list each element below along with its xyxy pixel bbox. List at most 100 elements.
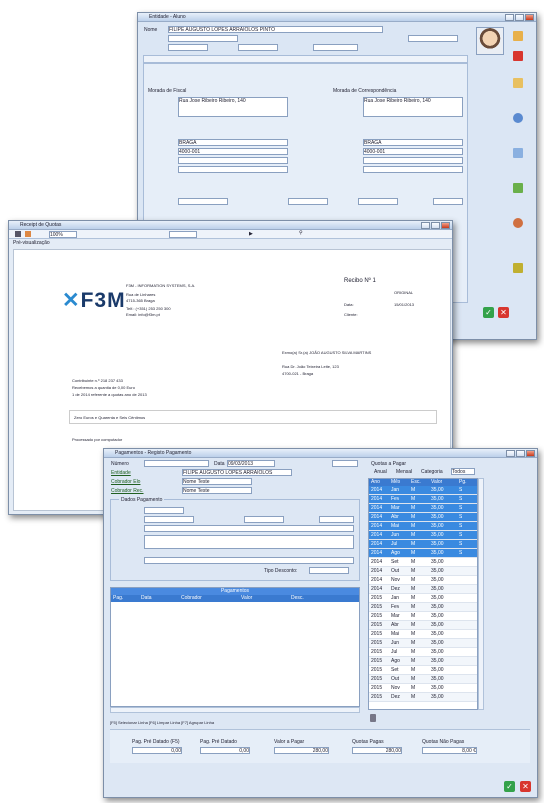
- address-fiscal[interactable]: Rua Jose Ribeiro Ribeiro, 140: [178, 97, 288, 117]
- postcode-fiscal[interactable]: 4000-001: [178, 148, 288, 155]
- cobrador-rec-link[interactable]: Cobrador Rec.: [111, 488, 144, 494]
- close-button[interactable]: [526, 450, 535, 457]
- filter-select[interactable]: Todos: [451, 468, 475, 475]
- numero-field[interactable]: [144, 460, 209, 467]
- delete-icon[interactable]: [513, 51, 523, 61]
- quota-row[interactable]: 2015 Nov M 35,00: [369, 684, 477, 693]
- city-corresp[interactable]: BRAGA: [363, 139, 463, 146]
- entidade-field[interactable]: FILIPE AUGUSTO LOPES ARRAIOLOS: [182, 469, 292, 476]
- quota-row[interactable]: 2014 Jul M 35,00 S: [369, 540, 477, 549]
- tipo-field[interactable]: [168, 35, 238, 42]
- save-icon[interactable]: [513, 31, 523, 41]
- quota-row[interactable]: 2014 Dez M 35,00: [369, 585, 477, 594]
- confirm-button[interactable]: ✓: [483, 307, 494, 318]
- confirm-payment-button[interactable]: ✓: [504, 781, 515, 792]
- cobrador-elo-link[interactable]: Cobrador Elo: [111, 479, 140, 485]
- quota-row[interactable]: 2014 Mai M 35,00 S: [369, 522, 477, 531]
- address-corresp[interactable]: Rua Jose Ribeiro Ribeiro, 140: [363, 97, 463, 117]
- filter-mensal[interactable]: Mensal: [396, 469, 412, 475]
- trash-icon[interactable]: [370, 714, 376, 722]
- conta-field[interactable]: [144, 557, 354, 564]
- quota-row[interactable]: 2015 Jun M 35,00: [369, 639, 477, 648]
- print-icon[interactable]: [15, 231, 21, 237]
- zoom-select[interactable]: 100%: [49, 231, 77, 238]
- quota-row[interactable]: 2015 Out M 35,00: [369, 675, 477, 684]
- quota-row[interactable]: 2015 Set M 35,00: [369, 666, 477, 675]
- chart-icon[interactable]: [513, 183, 523, 193]
- postcode-corresp[interactable]: 4000-001: [363, 148, 463, 155]
- data-admissao-field[interactable]: [288, 198, 328, 205]
- report-icon[interactable]: [513, 148, 523, 158]
- estado-field[interactable]: [358, 198, 398, 205]
- cancel-button[interactable]: ✕: [498, 307, 509, 318]
- quota-row[interactable]: 2014 Jun M 35,00 S: [369, 531, 477, 540]
- data-nasc-field[interactable]: [238, 44, 278, 51]
- cancel-payment-button[interactable]: ✕: [520, 781, 531, 792]
- quota-row[interactable]: 2014 Mar M 35,00 S: [369, 504, 477, 513]
- filter-anual[interactable]: Anual: [374, 469, 387, 475]
- minimize-button[interactable]: [506, 450, 515, 457]
- maximize-button[interactable]: [516, 450, 525, 457]
- minimize-button[interactable]: [505, 14, 514, 21]
- doc-field[interactable]: [332, 460, 358, 467]
- grid-col-valor[interactable]: Valor: [241, 595, 291, 602]
- documents-icon[interactable]: [513, 78, 523, 88]
- name-field[interactable]: FILIPE AUGUSTO LOPES ARRAIOLOS PINTO: [168, 26, 383, 33]
- grid-col-pag[interactable]: Pag.: [111, 595, 141, 602]
- nav-next-icon[interactable]: ▶: [249, 231, 253, 237]
- quota-row[interactable]: 2014 Abr M 35,00 S: [369, 513, 477, 522]
- concelho-fiscal[interactable]: [178, 166, 288, 173]
- quota-row[interactable]: 2015 Fev M 35,00: [369, 603, 477, 612]
- export-icon[interactable]: [25, 231, 31, 237]
- close-button[interactable]: [441, 222, 450, 229]
- quota-col-pg[interactable]: Pg.: [459, 479, 467, 486]
- valor-field[interactable]: [144, 516, 194, 523]
- quota-row[interactable]: 2014 Nov M 35,00: [369, 576, 477, 585]
- quota-field[interactable]: [144, 535, 354, 549]
- situacao-field[interactable]: [433, 198, 463, 205]
- sexo-field[interactable]: [168, 44, 208, 51]
- binoculars-icon[interactable]: ⚲: [299, 230, 303, 236]
- tipo-desconto-field[interactable]: [309, 567, 349, 574]
- telefone-field[interactable]: [178, 198, 228, 205]
- quota-row[interactable]: 2014 Fev M 35,00 S: [369, 495, 477, 504]
- group-icon[interactable]: [513, 218, 523, 228]
- quota-col-esc[interactable]: Esc.: [411, 479, 421, 486]
- entidade-link[interactable]: Entidade: [111, 470, 131, 476]
- quota-row[interactable]: 2015 Ago M 35,00: [369, 657, 477, 666]
- contribuinte-pag-field[interactable]: [244, 516, 284, 523]
- via-pagamento-field[interactable]: [144, 507, 184, 514]
- city-fiscal[interactable]: BRAGA: [178, 139, 288, 146]
- quota-row[interactable]: 2015 Abr M 35,00: [369, 621, 477, 630]
- quota-col-ano[interactable]: Ano: [371, 479, 380, 486]
- quota-row[interactable]: 2014 Out M 35,00: [369, 567, 477, 576]
- quota-row[interactable]: 2014 Set M 35,00: [369, 558, 477, 567]
- cobrador-elo-field[interactable]: Nome Teste: [182, 478, 252, 485]
- grid-col-desc[interactable]: Desc.: [291, 595, 331, 602]
- quota-row[interactable]: 2015 Jan M 35,00: [369, 594, 477, 603]
- page-input[interactable]: [169, 231, 197, 238]
- maximize-button[interactable]: [515, 14, 524, 21]
- quota-row[interactable]: 2015 Mai M 35,00: [369, 630, 477, 639]
- quotas-grid[interactable]: Ano Mês Esc. Valor Pg. 2014 Jan M 35,00 S 201…: [368, 478, 478, 710]
- quota-row[interactable]: 2015 Jul M 35,00: [369, 648, 477, 657]
- grid-hscrollbar[interactable]: [110, 707, 360, 713]
- quota-row[interactable]: 2015 Dez M 35,00: [369, 693, 477, 702]
- distrito-corresp[interactable]: [363, 157, 463, 164]
- users-icon[interactable]: [513, 113, 523, 123]
- quotas-vscrollbar[interactable]: [478, 478, 484, 710]
- quota-row[interactable]: 2015 Mar M 35,00: [369, 612, 477, 621]
- quota-col-mes[interactable]: Mês: [391, 479, 400, 486]
- obs-pag-field[interactable]: [144, 525, 354, 532]
- close-button[interactable]: [525, 14, 534, 21]
- contribuinte-field[interactable]: [313, 44, 358, 51]
- filter-categoria[interactable]: Categoria: [421, 469, 443, 475]
- nif-field[interactable]: [408, 35, 458, 42]
- servico-field[interactable]: [319, 516, 354, 523]
- maximize-button[interactable]: [431, 222, 440, 229]
- payments-grid[interactable]: Pagamentos Pag. Data Cobrador Valor Desc…: [110, 587, 360, 707]
- grid-col-data[interactable]: Data: [141, 595, 181, 602]
- concelho-corresp[interactable]: [363, 166, 463, 173]
- cobrador-rec-field[interactable]: Nome Teste: [182, 487, 252, 494]
- quota-row[interactable]: 2014 Jan M 35,00 S: [369, 486, 477, 495]
